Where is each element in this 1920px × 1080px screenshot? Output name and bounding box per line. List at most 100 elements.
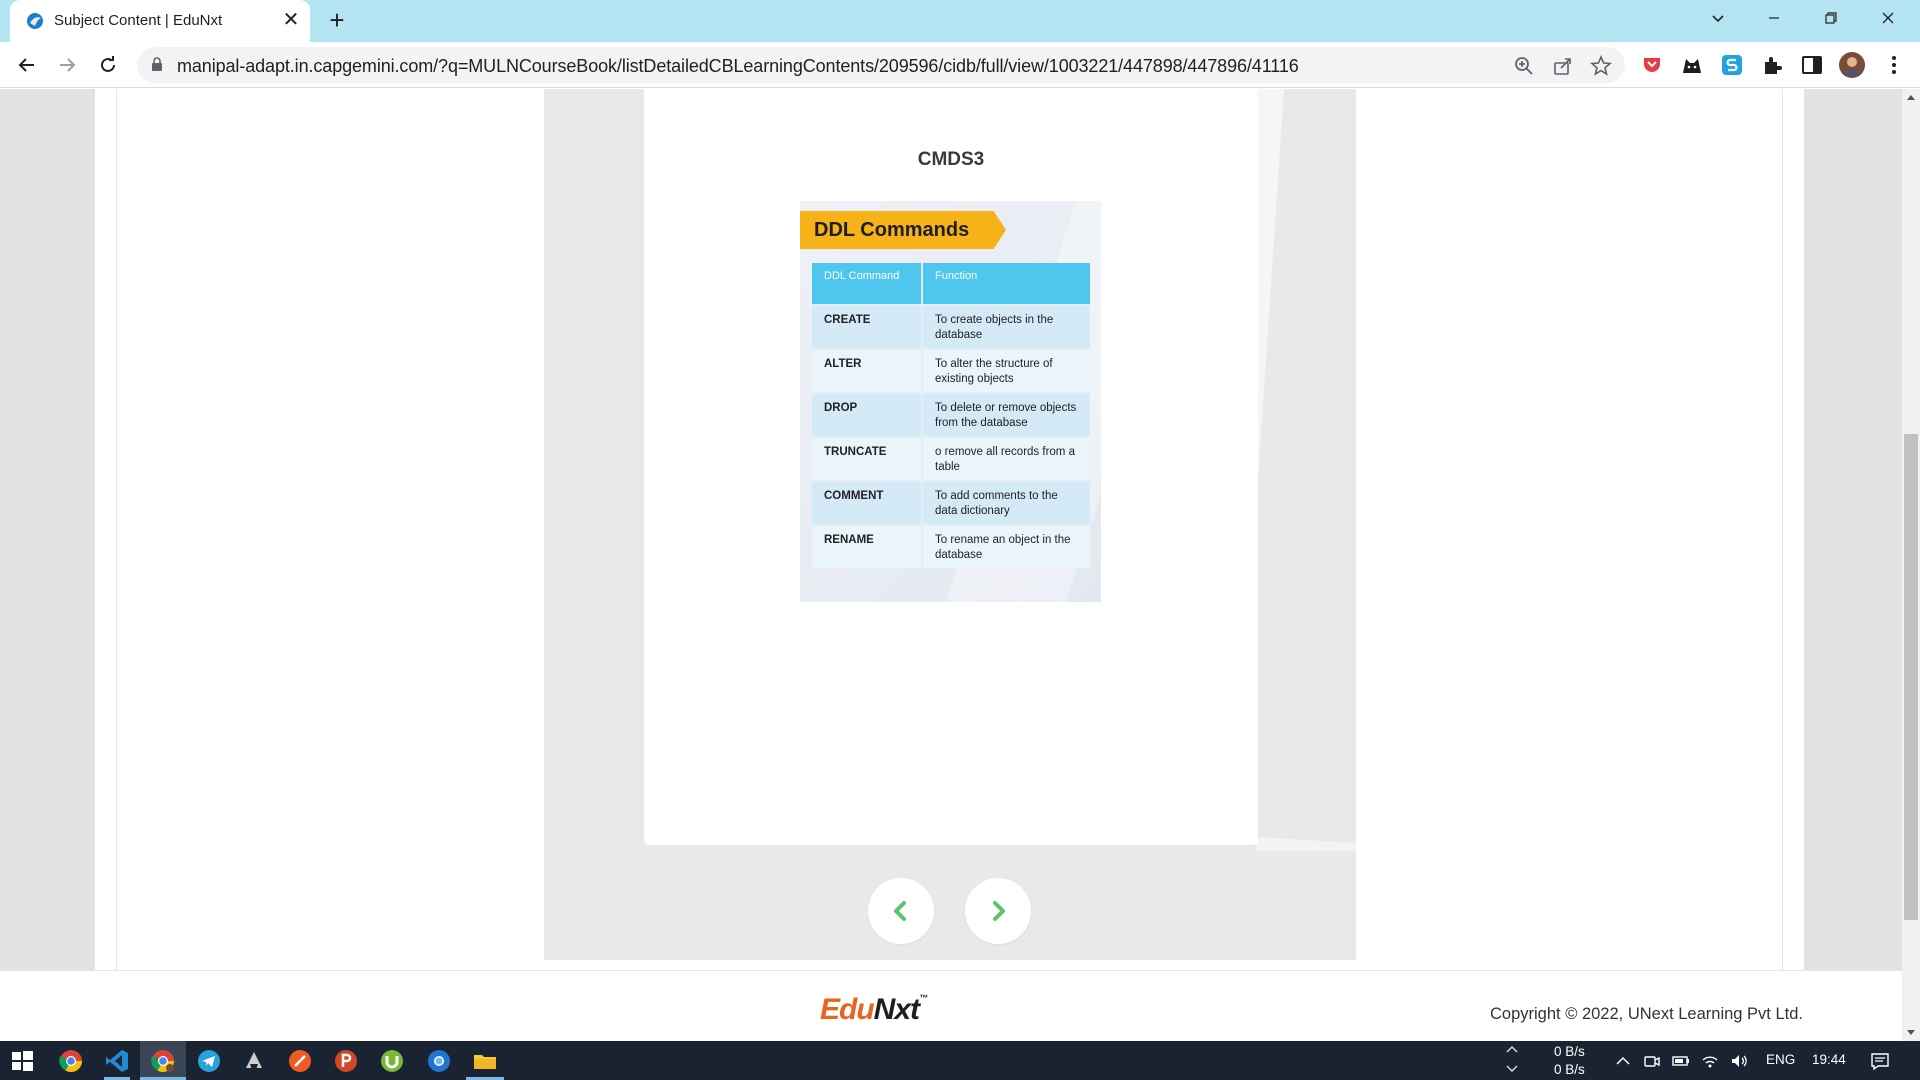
- edunxt-logo: EduNxt™: [820, 993, 928, 1027]
- right-gutter: [1804, 89, 1902, 970]
- next-page-button[interactable]: [965, 878, 1031, 944]
- function-cell: o remove all records from a table: [922, 436, 1090, 481]
- scroll-down-arrow-icon[interactable]: [1907, 1030, 1915, 1035]
- page-footer: EduNxt™ Copyright © 2022, UNext Learning…: [0, 970, 1902, 1041]
- edunxt-favicon-icon: [27, 13, 43, 29]
- table-header-row: DDL Command Function: [812, 263, 1090, 305]
- cat-extension-icon[interactable]: [1680, 53, 1704, 77]
- slide-title: CMDS3: [917, 149, 985, 170]
- net-download-speed: 0 B/s: [1554, 1062, 1585, 1077]
- browser-tab-strip: Subject Content | EduNxt ✕ +: [0, 0, 1920, 42]
- function-cell: To delete or remove objects from the dat…: [922, 392, 1090, 437]
- clock-time[interactable]: 19:44: [1812, 1052, 1846, 1067]
- command-cell: CREATE: [812, 304, 923, 349]
- browser-tab[interactable]: Subject Content | EduNxt ✕: [10, 0, 310, 42]
- net-upload-speed: 0 B/s: [1554, 1044, 1585, 1059]
- forward-button[interactable]: [52, 50, 82, 80]
- new-tab-button[interactable]: +: [322, 7, 352, 35]
- zoom-icon[interactable]: [1512, 54, 1536, 78]
- tab-close-button[interactable]: ✕: [280, 9, 302, 31]
- slide-image: DDL Commands DDL Command Function CREATE…: [800, 201, 1101, 602]
- table-row: COMMENT To add comments to the data dict…: [812, 480, 1090, 525]
- page-scrollbar[interactable]: [1902, 89, 1920, 1041]
- net-up-arrow-icon: [1506, 1046, 1518, 1053]
- profile-avatar[interactable]: [1838, 51, 1866, 79]
- left-gutter: [0, 89, 95, 970]
- panel-border-left: [116, 89, 117, 970]
- reload-button[interactable]: [93, 50, 123, 80]
- page-viewport: CMDS3 DDL Commands DDL Command Function …: [0, 89, 1902, 1041]
- lock-icon: [152, 57, 162, 71]
- wifi-icon[interactable]: [1701, 1052, 1719, 1070]
- command-cell: DROP: [812, 392, 923, 437]
- notifications-icon[interactable]: [1870, 1051, 1890, 1071]
- postman-icon[interactable]: [287, 1048, 313, 1074]
- minimize-button[interactable]: [1756, 4, 1796, 36]
- volume-icon[interactable]: [1730, 1052, 1748, 1070]
- bookmark-star-icon[interactable]: [1589, 54, 1613, 78]
- chevron-left-icon: [894, 901, 906, 921]
- table-row: TRUNCATE o remove all records from a tab…: [812, 436, 1090, 481]
- input-language[interactable]: ENG: [1766, 1052, 1795, 1067]
- extensions-puzzle-icon[interactable]: [1760, 53, 1784, 77]
- close-window-button[interactable]: [1870, 4, 1910, 36]
- table-row: RENAME To rename an object in the databa…: [812, 524, 1090, 568]
- tab-search-button[interactable]: [1700, 4, 1740, 36]
- panel-border-right: [1782, 89, 1783, 970]
- chevron-right-icon: [993, 901, 1005, 921]
- chrome-profile-icon[interactable]: [150, 1048, 176, 1074]
- share-icon[interactable]: [1551, 54, 1575, 78]
- restore-button[interactable]: [1813, 4, 1853, 36]
- scroll-up-arrow-icon[interactable]: [1907, 95, 1915, 100]
- vscode-icon[interactable]: [104, 1048, 130, 1074]
- show-hidden-icons-chevron-icon[interactable]: [1614, 1052, 1632, 1070]
- reload-icon: [101, 56, 115, 72]
- column-header: DDL Command: [812, 263, 923, 305]
- chevron-down-icon: [1712, 15, 1724, 23]
- side-panel-icon[interactable]: [1800, 53, 1824, 77]
- function-cell: To add comments to the data dictionary: [922, 480, 1090, 525]
- logo-trademark: ™: [919, 993, 928, 1003]
- copyright-text: Copyright © 2022, UNext Learning Pvt Ltd…: [1490, 1005, 1803, 1023]
- windows-taskbar: 0 B/s 0 B/s ENG 19:44: [0, 1041, 1920, 1080]
- page-curl-bottom: [1256, 837, 1356, 851]
- windows-start-icon[interactable]: [9, 1048, 35, 1074]
- logo-edu-text: Edu: [820, 993, 875, 1026]
- page-curl-shadow: [1256, 89, 1284, 489]
- minimize-icon: [1769, 17, 1779, 19]
- table-row: CREATE To create objects in the database: [812, 304, 1090, 349]
- column-header: Function: [922, 263, 1090, 305]
- command-cell: COMMENT: [812, 480, 923, 525]
- telegram-icon[interactable]: [196, 1048, 222, 1074]
- menu-kebab-icon[interactable]: [1882, 53, 1906, 77]
- slide-banner-text: DDL Commands: [814, 219, 970, 241]
- table-row: DROP To delete or remove objects from th…: [812, 392, 1090, 437]
- utorrent-icon[interactable]: [379, 1048, 405, 1074]
- s-extension-icon[interactable]: [1720, 53, 1744, 77]
- address-bar[interactable]: manipal-adapt.in.capgemini.com/?q=MULNCo…: [137, 47, 1625, 83]
- ddl-commands-table: DDL Command Function CREATE To create ob…: [812, 263, 1090, 568]
- function-cell: To alter the structure of existing objec…: [922, 348, 1090, 393]
- table-row: ALTER To alter the structure of existing…: [812, 348, 1090, 393]
- function-cell: To create objects in the database: [922, 304, 1090, 349]
- back-button[interactable]: [12, 50, 42, 80]
- pocket-extension-icon[interactable]: [1640, 53, 1664, 77]
- arrow-right-icon: [60, 58, 76, 72]
- file-explorer-icon[interactable]: [472, 1048, 498, 1074]
- previous-page-button[interactable]: [868, 878, 934, 944]
- inkscape-icon[interactable]: [242, 1048, 268, 1074]
- chrome-alt-icon[interactable]: [426, 1048, 452, 1074]
- url-text: manipal-adapt.in.capgemini.com/?q=MULNCo…: [177, 56, 1299, 76]
- net-down-arrow-icon: [1506, 1065, 1518, 1072]
- battery-icon[interactable]: [1672, 1052, 1690, 1070]
- p-app-icon[interactable]: [333, 1048, 359, 1074]
- command-cell: TRUNCATE: [812, 436, 923, 481]
- logo-nxt-text: Nxt: [873, 993, 920, 1026]
- scrollbar-thumb[interactable]: [1904, 434, 1918, 920]
- restore-icon: [1825, 12, 1837, 24]
- slide-banner: DDL Commands: [800, 211, 1006, 249]
- function-cell: To rename an object in the database: [922, 524, 1090, 568]
- meet-now-icon[interactable]: [1643, 1052, 1661, 1070]
- close-icon: [1882, 12, 1894, 24]
- chrome-icon[interactable]: [58, 1048, 84, 1074]
